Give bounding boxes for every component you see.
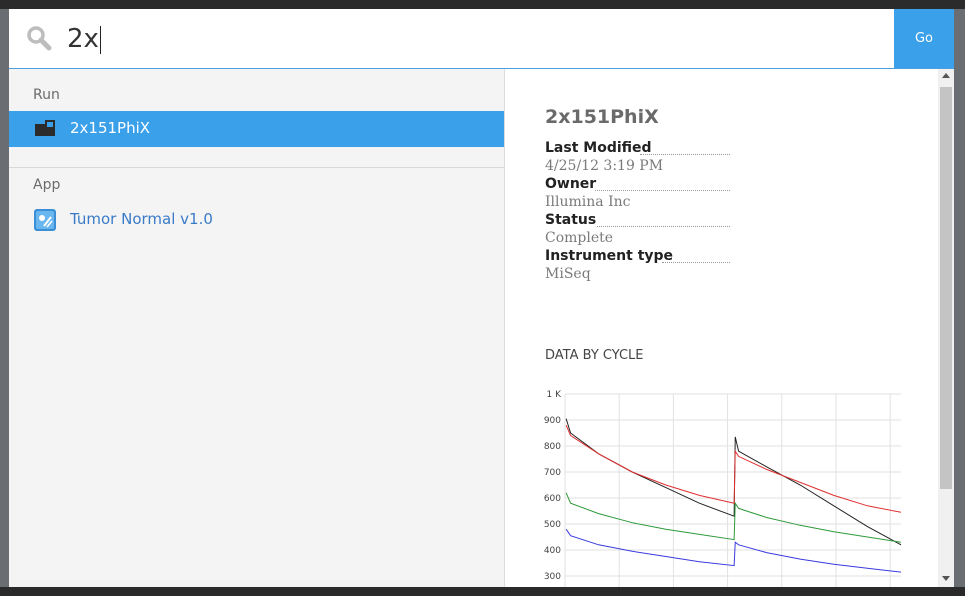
y-tick-label: 1 K — [547, 390, 563, 400]
chart-series — [565, 418, 902, 573]
chart-grid — [564, 393, 901, 587]
y-tick-label: 700 — [544, 468, 561, 478]
result-app-tumor-normal[interactable]: Tumor Normal v1.0 — [9, 202, 504, 238]
dotted-leader — [640, 153, 730, 155]
dotted-leader — [597, 225, 730, 227]
series-line-1 — [565, 418, 902, 546]
y-tick-label: 600 — [544, 494, 561, 504]
y-tick-label: 400 — [544, 546, 561, 556]
scroll-down-arrow-icon[interactable] — [942, 576, 950, 581]
search-icon — [27, 26, 52, 51]
y-tick-label: 300 — [544, 572, 561, 582]
y-tick-label: 800 — [544, 442, 561, 452]
results-pane: Run 2x151PhiX App Tumor Normal v1.0 — [9, 69, 505, 587]
chart-title: DATA BY CYCLE — [545, 348, 644, 363]
y-tick-label: 900 — [544, 416, 561, 426]
field-value-instrument-type: MiSeq — [545, 266, 591, 282]
result-label: 2x151PhiX — [70, 119, 151, 137]
background-left-edge — [0, 9, 9, 596]
app-icon — [34, 209, 56, 231]
result-label: Tumor Normal v1.0 — [70, 210, 213, 228]
field-key-instrument-type: Instrument type — [545, 248, 674, 264]
series-line-4 — [565, 528, 902, 573]
dotted-leader — [662, 261, 730, 263]
field-value-last-modified: 4/25/12 3:19 PM — [545, 158, 664, 174]
series-line-2 — [565, 425, 902, 513]
detail-pane: 2x151PhiX Last Modified 4/25/12 3:19 PM … — [505, 69, 954, 587]
field-value-status: Complete — [545, 230, 614, 246]
section-divider — [9, 167, 504, 168]
search-bar: Go — [9, 9, 954, 69]
background-bottom-edge — [0, 587, 965, 596]
field-value-owner: Illumina Inc — [545, 194, 631, 210]
dotted-leader — [595, 189, 730, 191]
background-right-edge — [954, 9, 965, 596]
detail-title: 2x151PhiX — [545, 106, 659, 128]
scroll-thumb[interactable] — [940, 87, 952, 489]
field-key-status: Status — [545, 212, 597, 228]
app-section-label: App — [33, 177, 61, 193]
chart-y-ticks: 1 K 900 800 700 600 500 400 300 — [544, 390, 562, 582]
run-icon — [35, 120, 55, 136]
text-caret — [100, 26, 101, 54]
y-tick-label: 500 — [544, 520, 561, 530]
result-run-2x151phix[interactable]: 2x151PhiX — [9, 111, 504, 147]
field-key-last-modified: Last Modified — [545, 140, 652, 156]
background-topbar — [0, 0, 965, 9]
search-input[interactable] — [67, 19, 877, 59]
field-key-owner: Owner — [545, 176, 597, 192]
detail-scrollbar[interactable] — [938, 69, 954, 587]
data-by-cycle-chart: 1 K 900 800 700 600 500 400 300 — [544, 390, 902, 587]
search-modal: Go Run 2x151PhiX App Tumor Normal v1.0 — [9, 9, 954, 587]
run-section-label: Run — [33, 87, 60, 103]
go-button[interactable]: Go — [894, 9, 954, 68]
scroll-up-arrow-icon[interactable] — [942, 73, 950, 78]
